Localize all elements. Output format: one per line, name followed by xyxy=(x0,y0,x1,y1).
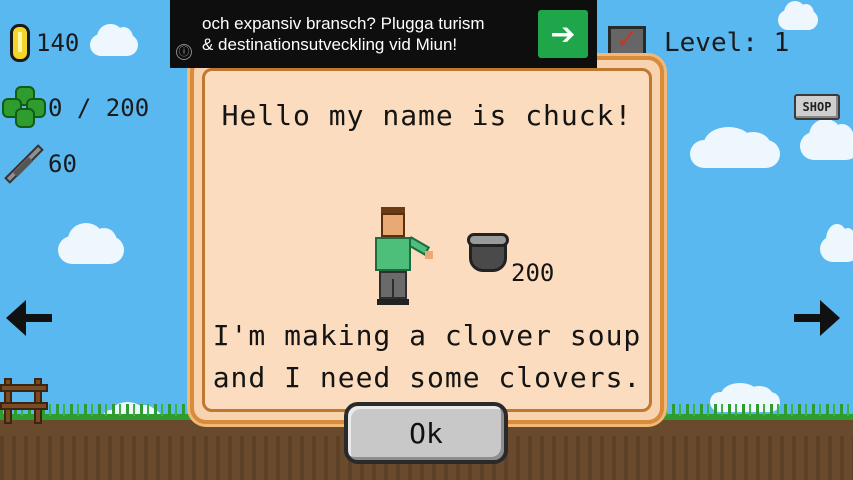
shop-button[interactable]: SHOP xyxy=(794,94,840,120)
level-label: Level: 1 xyxy=(664,28,790,58)
dialog-message-line: and I need some clovers. xyxy=(212,361,642,394)
ad-text[interactable]: och expansiv bransch? Plugga turism & de… xyxy=(202,13,532,55)
dialog-title: Hello my name is chuck! xyxy=(221,99,633,132)
cloud xyxy=(90,24,138,56)
wooden-fence xyxy=(0,378,50,424)
move-left-arrow-icon[interactable] xyxy=(6,300,52,336)
dialog-message: I'm making a clover soup and I need some… xyxy=(205,315,649,399)
move-right-arrow-icon[interactable] xyxy=(794,300,840,336)
info-icon[interactable]: ⓘ xyxy=(176,44,192,60)
cloud xyxy=(690,127,780,168)
attack-value: 60 xyxy=(48,150,77,178)
level-indicator: Level: 1 xyxy=(608,25,790,60)
npc-dialog: Hello my name is chuck! 200 I'm making a… xyxy=(190,56,664,424)
dialog-message-line: I'm making a clover soup xyxy=(212,319,642,352)
cloud xyxy=(800,119,853,160)
chuck-character xyxy=(369,207,433,307)
ok-button[interactable]: Ok xyxy=(344,402,508,464)
clover-icon xyxy=(2,86,48,130)
ad-text-line[interactable]: & destinationsutveckling vid Miun! xyxy=(202,34,532,55)
cloud xyxy=(820,224,853,262)
attack-counter: 60 xyxy=(4,144,77,184)
coin-icon xyxy=(10,24,30,62)
clover-count: 0 / 200 xyxy=(48,94,150,122)
sword-icon xyxy=(4,144,44,184)
required-clovers-count: 200 xyxy=(511,259,555,287)
coin-count: 140 xyxy=(36,29,80,57)
level-badge-icon xyxy=(608,25,646,60)
cloud xyxy=(58,223,124,264)
soup-pot-icon xyxy=(467,233,509,273)
ad-banner[interactable]: och expansiv bransch? Plugga turism & de… xyxy=(170,0,597,68)
ad-go-button[interactable]: ➔ xyxy=(538,10,588,58)
arrow-right-icon: ➔ xyxy=(550,16,576,52)
clover-counter: 0 / 200 xyxy=(2,86,149,130)
dialog-panel: Hello my name is chuck! 200 I'm making a… xyxy=(202,68,652,412)
coin-counter: 140 xyxy=(10,24,79,62)
ad-text-line[interactable]: och expansiv bransch? Plugga turism xyxy=(202,13,532,34)
